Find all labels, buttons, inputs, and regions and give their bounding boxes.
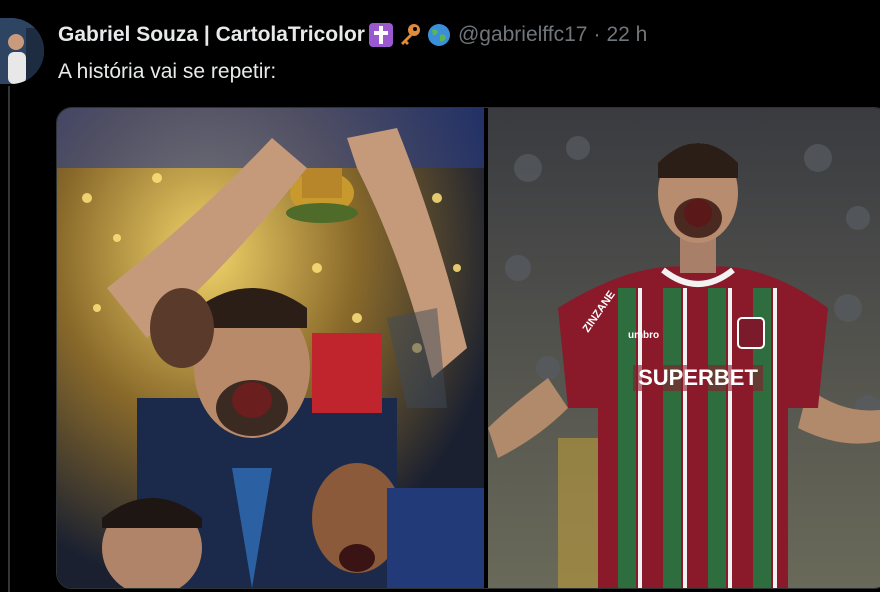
display-name[interactable]: Gabriel Souza | CartolaTricolor xyxy=(58,23,365,47)
timestamp[interactable]: 22 h xyxy=(606,23,647,47)
tweet-media[interactable]: SUPERBET ZINZANE umbro xyxy=(56,107,880,589)
jersey-sponsor-text: SUPERBET xyxy=(638,365,758,390)
kit-brand-text: umbro xyxy=(628,330,659,341)
user-handle[interactable]: @gabrielffc17 xyxy=(458,23,588,47)
fluminense-player-photo[interactable]: SUPERBET ZINZANE umbro xyxy=(488,108,880,588)
key-icon xyxy=(397,22,423,48)
tweet-header: Gabriel Souza | CartolaTricolor @gabriel… xyxy=(58,20,647,50)
separator-dot: · xyxy=(593,23,601,46)
avatar[interactable] xyxy=(0,18,44,84)
world-cup-celebration-photo[interactable] xyxy=(57,108,484,588)
thread-line xyxy=(8,86,10,592)
cross-icon xyxy=(368,22,394,48)
avatar-image xyxy=(0,18,44,84)
tweet-text: A história vai se repetir: xyxy=(58,60,277,83)
globe-icon xyxy=(426,22,452,48)
